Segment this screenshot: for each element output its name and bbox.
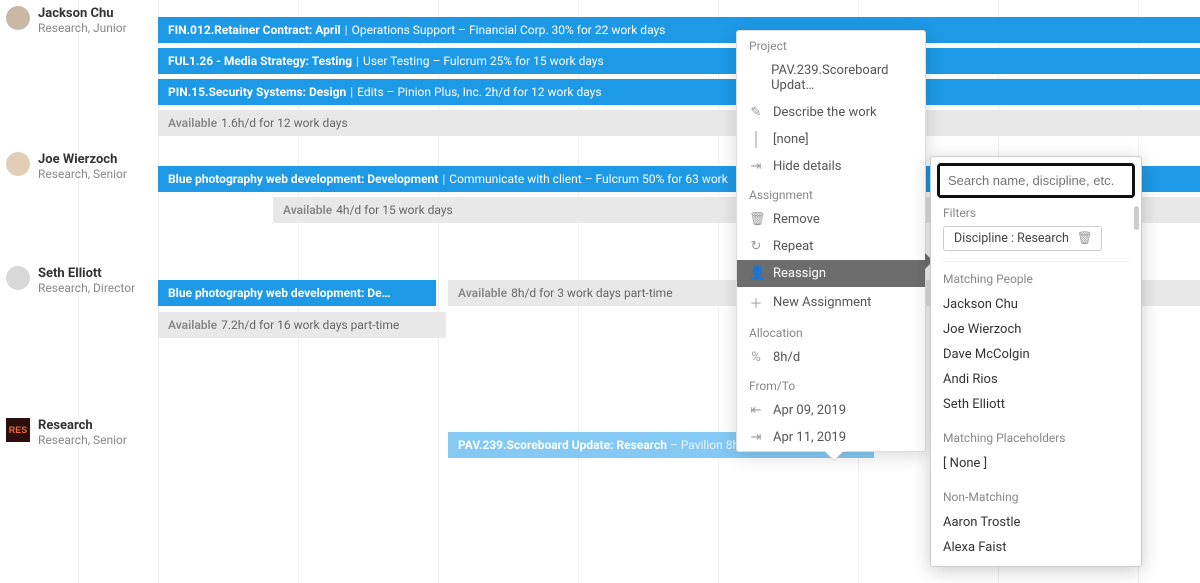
reassign-placeholder-option[interactable]: [ None ] — [943, 451, 1129, 476]
swatch-icon — [749, 132, 763, 147]
popover-new-assign-row[interactable]: ＋ New Assignment — [737, 287, 925, 318]
reassign-person-option[interactable]: Dave McColgin — [943, 342, 1129, 367]
availability-text: 4h/d for 15 work days — [336, 203, 453, 217]
avatar — [6, 266, 30, 290]
person-name: Joe Wierzoch — [38, 152, 127, 167]
availability-text: 8h/d for 3 work days part-time — [511, 286, 672, 300]
avatar: RES — [6, 418, 30, 442]
person-subtitle: Research, Senior — [38, 433, 127, 447]
assignment-bar[interactable]: PIN.15.Security Systems: Design|Edits – … — [158, 79, 1200, 105]
reassign-person-option[interactable]: Andi Rios — [943, 367, 1129, 392]
assignment-detail: User Testing – Fulcrum 25% for 15 work d… — [363, 54, 604, 68]
popover-allocation-row[interactable]: % 8h/d — [737, 344, 925, 371]
reassign-nonmatching-option[interactable]: Alexa Faist — [943, 535, 1129, 560]
popover-from-row[interactable]: ⇤ Apr 09, 2019 — [737, 397, 925, 424]
reassign-nonmatching-option[interactable]: Aaron Trostle — [943, 510, 1129, 535]
person-header[interactable]: Seth Elliott Research, Director — [6, 266, 135, 295]
availability-bar[interactable]: Available 1.6h/d for 12 work days — [158, 110, 1200, 136]
assignment-title: Blue photography web development: De… — [168, 286, 390, 300]
plus-icon: ＋ — [749, 293, 763, 312]
popover-to-row[interactable]: ⇥ Apr 11, 2019 — [737, 424, 925, 451]
popover-assignment-header: Assignment — [737, 180, 925, 206]
search-wrap — [937, 163, 1135, 198]
from-date-icon: ⇤ — [749, 403, 763, 418]
availability-label: Available — [458, 286, 507, 300]
assignment-bar[interactable]: FUL1.26 - Media Strategy: Testing|User T… — [158, 48, 1200, 74]
assignment-bar[interactable]: FIN.012.Retainer Contract: April|Operati… — [158, 17, 1200, 43]
popover-color-row[interactable]: [none] — [737, 126, 925, 153]
popover-remove-row[interactable]: 🗑 Remove — [737, 206, 925, 233]
trash-icon: 🗑 — [749, 212, 763, 227]
pencil-icon: ✎ — [749, 105, 763, 120]
nonmatching-header: Non-Matching — [943, 490, 1129, 504]
person-name: Seth Elliott — [38, 266, 135, 281]
person-subtitle: Research, Junior — [38, 21, 127, 35]
person-icon: 👤 — [749, 266, 763, 281]
matching-people-header: Matching People — [943, 272, 1129, 286]
assignment-popover: Project PAV.239.Scoreboard Updat… ✎ Desc… — [736, 30, 926, 452]
popover-tail-arrow — [825, 451, 843, 460]
popover-reassign-row[interactable]: 👤 Reassign — [737, 260, 925, 287]
filter-chip[interactable]: Discipline : Research 🗑 — [943, 226, 1102, 251]
popover-describe-row[interactable]: ✎ Describe the work — [737, 99, 925, 126]
availability-label: Available — [283, 203, 332, 217]
to-date-icon: ⇥ — [749, 430, 763, 445]
avatar — [6, 152, 30, 176]
reassign-person-option[interactable]: Jackson Chu — [943, 292, 1129, 317]
reassign-person-option[interactable]: Joe Wierzoch — [943, 317, 1129, 342]
popover-hide-row[interactable]: ⇥ Hide details — [737, 153, 925, 180]
assignment-detail: Operations Support – Financial Corp. 30%… — [352, 23, 666, 37]
availability-text: 1.6h/d for 12 work days — [221, 116, 348, 130]
reassign-flyout: Filters Discipline : Research 🗑 Matching… — [930, 156, 1142, 567]
reassign-person-option[interactable]: Seth Elliott — [943, 392, 1129, 417]
popover-project-header: Project — [737, 31, 925, 57]
assignment-detail: Communicate with client – Fulcrum 50% fo… — [449, 172, 728, 186]
collapse-icon: ⇥ — [749, 159, 763, 174]
availability-text: 7.2h/d for 16 work days part-time — [221, 318, 399, 332]
assignment-bar[interactable]: Blue photography web development: De… — [158, 280, 436, 306]
person-name: Research — [38, 418, 127, 433]
popover-allocation-header: Allocation — [737, 318, 925, 344]
availability-label: Available — [168, 116, 217, 130]
popover-fromto-header: From/To — [737, 371, 925, 397]
assignment-title: Blue photography web development: Develo… — [168, 172, 438, 186]
avatar — [6, 6, 30, 30]
assignment-title: PIN.15.Security Systems: Design — [168, 85, 346, 99]
assignment-detail: Edits – Pinion Plus, Inc. 2h/d for 12 wo… — [357, 85, 601, 99]
filters-header: Filters — [943, 206, 1129, 220]
search-input[interactable] — [940, 166, 1132, 195]
assignment-title: FUL1.26 - Media Strategy: Testing — [168, 54, 352, 68]
popover-project-row[interactable]: PAV.239.Scoreboard Updat… — [737, 57, 925, 99]
person-header[interactable]: Jackson Chu Research, Junior — [6, 6, 127, 35]
person-header[interactable]: RES Research Research, Senior — [6, 418, 127, 447]
filter-chip-remove-icon[interactable]: 🗑 — [1077, 231, 1093, 246]
percent-icon: % — [749, 350, 763, 365]
availability-label: Available — [168, 318, 217, 332]
popover-project-name: PAV.239.Scoreboard Updat… — [771, 63, 913, 93]
repeat-icon: ↻ — [749, 239, 763, 254]
assignment-title: PAV.239.Scoreboard Update: Research — [458, 438, 667, 452]
person-subtitle: Research, Director — [38, 281, 135, 295]
person-subtitle: Research, Senior — [38, 167, 127, 181]
person-header[interactable]: Joe Wierzoch Research, Senior — [6, 152, 127, 181]
assignment-title: FIN.012.Retainer Contract: April — [168, 23, 341, 37]
availability-bar[interactable]: Available 7.2h/d for 16 work days part-ti… — [158, 312, 446, 338]
divider — [943, 261, 1129, 262]
scrollbar-indicator[interactable] — [1134, 206, 1139, 230]
popover-repeat-row[interactable]: ↻ Repeat — [737, 233, 925, 260]
matching-placeholders-header: Matching Placeholders — [943, 431, 1129, 445]
person-name: Jackson Chu — [38, 6, 127, 21]
